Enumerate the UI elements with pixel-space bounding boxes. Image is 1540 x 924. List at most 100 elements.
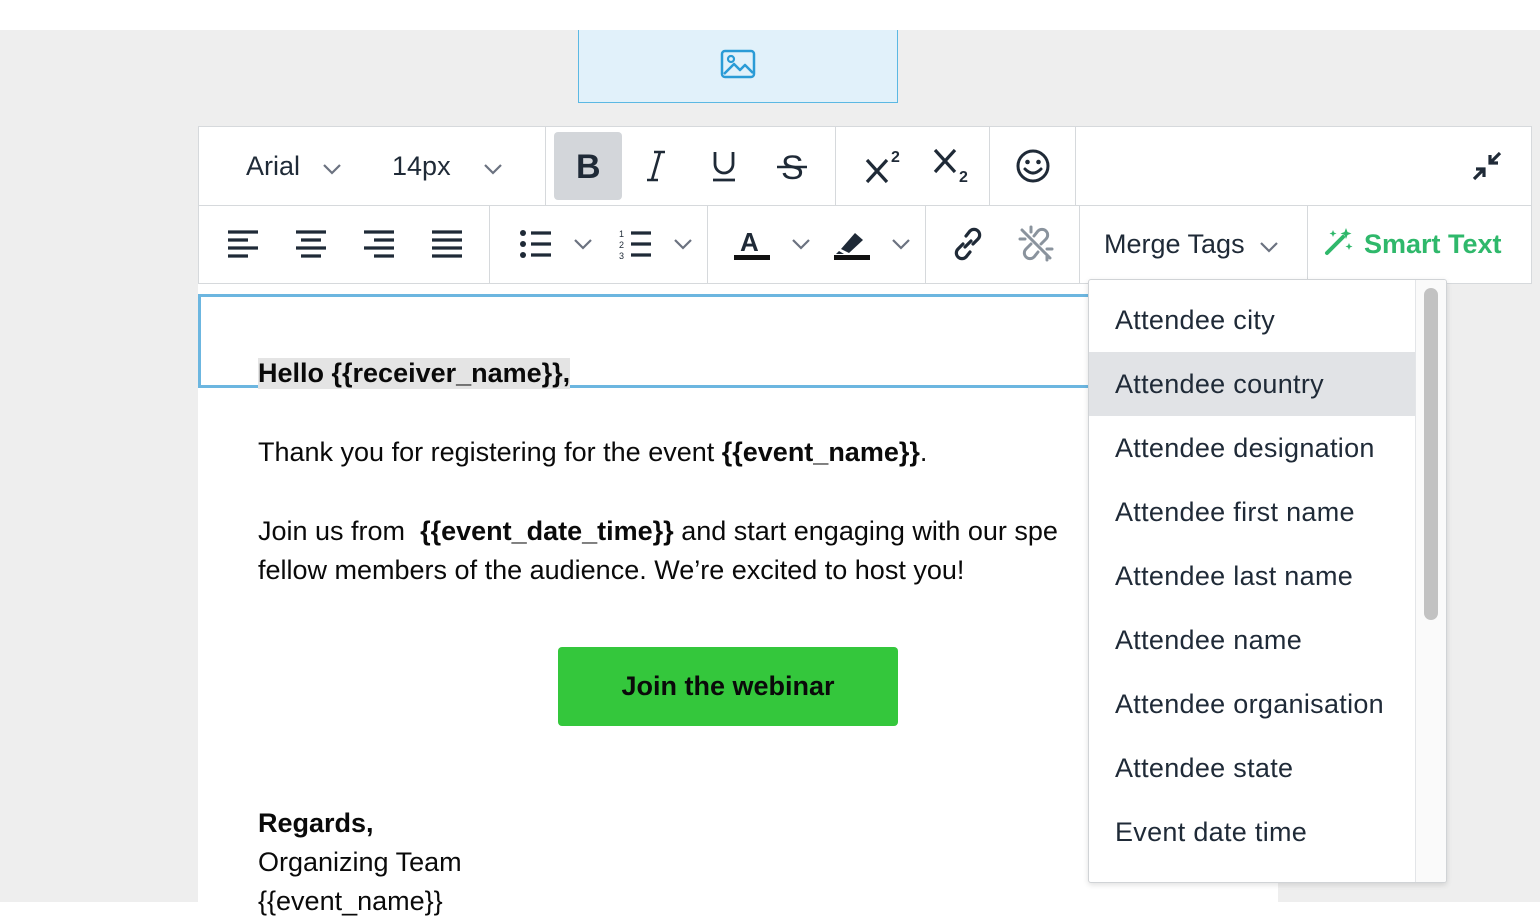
dropdown-scrollbar-thumb[interactable]: [1424, 288, 1438, 620]
subscript-button[interactable]: 2: [918, 132, 986, 200]
image-icon: [720, 49, 756, 84]
list-group: 123: [490, 205, 708, 283]
alignment-group: [199, 205, 490, 283]
dropdown-scrollbar-track[interactable]: [1415, 280, 1446, 882]
chevron-down-icon: [1259, 229, 1279, 260]
merge-tag-item[interactable]: Attendee organisation: [1089, 672, 1415, 736]
align-center-button[interactable]: [277, 210, 345, 278]
svg-text:2: 2: [619, 240, 624, 250]
svg-text:1: 1: [619, 229, 624, 239]
organizing-team-text[interactable]: Organizing Team: [258, 847, 462, 878]
svg-text:3: 3: [619, 251, 624, 260]
join-webinar-button[interactable]: Join the webinar: [558, 647, 898, 726]
align-center-icon: [294, 229, 328, 259]
script-group: 2 2: [836, 127, 990, 205]
regards-text[interactable]: Regards,: [258, 808, 374, 839]
bold-button[interactable]: B: [554, 132, 622, 200]
paragraph-1-suffix: .: [919, 437, 928, 467]
subscript-icon: 2: [932, 148, 972, 184]
collapse-arrows-icon: [1471, 150, 1503, 182]
smart-text-label: Smart Text: [1364, 228, 1502, 259]
font-group: Arial 14px: [199, 127, 546, 205]
event-name-tag: {{event_name}}: [721, 437, 920, 467]
chevron-down-icon: [673, 238, 693, 250]
bullet-list-icon: [519, 229, 553, 259]
remove-link-button[interactable]: [1002, 210, 1070, 278]
merge-tag-item[interactable]: Attendee last name: [1089, 544, 1415, 608]
chevron-down-icon: [483, 151, 503, 182]
underline-button[interactable]: [690, 132, 758, 200]
paragraph-2-text: Join us from: [258, 516, 421, 546]
italic-icon: [645, 149, 667, 183]
smart-text-button[interactable]: Smart Text: [1308, 226, 1518, 263]
collapse-button[interactable]: [1467, 132, 1507, 200]
svg-text:A: A: [740, 227, 759, 257]
merge-tags-group: Merge Tags: [1080, 205, 1308, 283]
merge-tag-item[interactable]: Event date time: [1089, 800, 1415, 864]
merge-tag-item[interactable]: Attendee city: [1089, 288, 1415, 352]
font-family-value: Arial: [246, 150, 301, 181]
underline-icon: [711, 150, 737, 182]
align-left-button[interactable]: [209, 210, 277, 278]
bullet-list-button[interactable]: [506, 210, 606, 278]
insert-link-button[interactable]: [934, 210, 1002, 278]
smart-text-group: Smart Text: [1308, 205, 1531, 283]
paragraph-1[interactable]: Thank you for registering for the event …: [258, 437, 927, 468]
toolbar-row-2: 123 A Merge Tags Smart Text: [199, 205, 1531, 283]
align-justify-button[interactable]: [413, 210, 481, 278]
merge-tag-item[interactable]: Attendee country: [1089, 352, 1415, 416]
svg-text:B: B: [576, 151, 601, 181]
merge-tag-item[interactable]: Attendee name: [1089, 608, 1415, 672]
event-date-time-tag: {{event_date_time}}: [420, 516, 674, 546]
greeting-line[interactable]: Hello {{receiver_name}},: [258, 358, 571, 389]
font-size-select[interactable]: 14px: [392, 151, 503, 182]
emoji-icon: [1015, 148, 1051, 184]
text-color-icon: A: [733, 227, 771, 261]
highlighter-icon: [833, 227, 871, 261]
toolbar-row-1: Arial 14px B S 2 2: [199, 127, 1531, 206]
superscript-button[interactable]: 2: [850, 132, 918, 200]
highlight-color-button[interactable]: [822, 210, 922, 278]
image-placeholder-block[interactable]: [578, 30, 898, 103]
paragraph-1-text: Thank you for registering for the event: [258, 437, 722, 467]
merge-tag-item[interactable]: Attendee first name: [1089, 480, 1415, 544]
svg-text:2: 2: [891, 149, 900, 166]
link-group: [926, 205, 1080, 283]
emoji-group: [990, 127, 1076, 205]
merge-tags-button[interactable]: Merge Tags: [1080, 229, 1303, 260]
rich-text-toolbar: Arial 14px B S 2 2 1 2 3 A Merge Tags Sm…: [198, 126, 1532, 284]
align-right-button[interactable]: [345, 210, 413, 278]
merge-tags-label: Merge Tags: [1104, 228, 1245, 259]
font-family-select[interactable]: Arial: [246, 151, 342, 182]
paragraph-2[interactable]: Join us from {{event_date_time}} and sta…: [258, 516, 1058, 547]
chevron-down-icon: [322, 151, 342, 182]
italic-button[interactable]: [622, 132, 690, 200]
align-left-icon: [226, 229, 260, 259]
align-justify-icon: [430, 229, 464, 259]
chevron-down-icon: [891, 238, 911, 250]
bold-icon: B: [575, 151, 601, 181]
superscript-icon: 2: [864, 148, 904, 184]
chevron-down-icon: [791, 238, 811, 250]
svg-text:2: 2: [959, 169, 968, 184]
color-group: A: [708, 205, 926, 283]
magic-wand-icon: [1324, 226, 1364, 263]
align-right-icon: [362, 229, 396, 259]
merge-tag-item[interactable]: Attendee state: [1089, 736, 1415, 800]
strikethrough-button[interactable]: S: [758, 132, 826, 200]
merge-tags-dropdown[interactable]: Attendee city Attendee country Attendee …: [1088, 279, 1447, 883]
emoji-button[interactable]: [999, 132, 1067, 200]
paragraph-2-line-2[interactable]: fellow members of the audience. We’re ex…: [258, 555, 964, 586]
paragraph-2-suffix: and start engaging with our spe: [673, 516, 1058, 546]
merge-tag-item[interactable]: Attendee designation: [1089, 416, 1415, 480]
text-color-button[interactable]: A: [722, 210, 822, 278]
text-style-group: B S: [546, 127, 836, 205]
link-icon: [949, 225, 987, 263]
numbered-list-button[interactable]: 123: [606, 210, 706, 278]
unlink-icon: [1016, 224, 1056, 264]
font-size-value: 14px: [392, 150, 451, 181]
view-group: [1076, 127, 1531, 205]
chevron-down-icon: [573, 238, 593, 250]
strikethrough-icon: S: [776, 149, 808, 183]
merge-tags-list: Attendee city Attendee country Attendee …: [1089, 288, 1415, 864]
